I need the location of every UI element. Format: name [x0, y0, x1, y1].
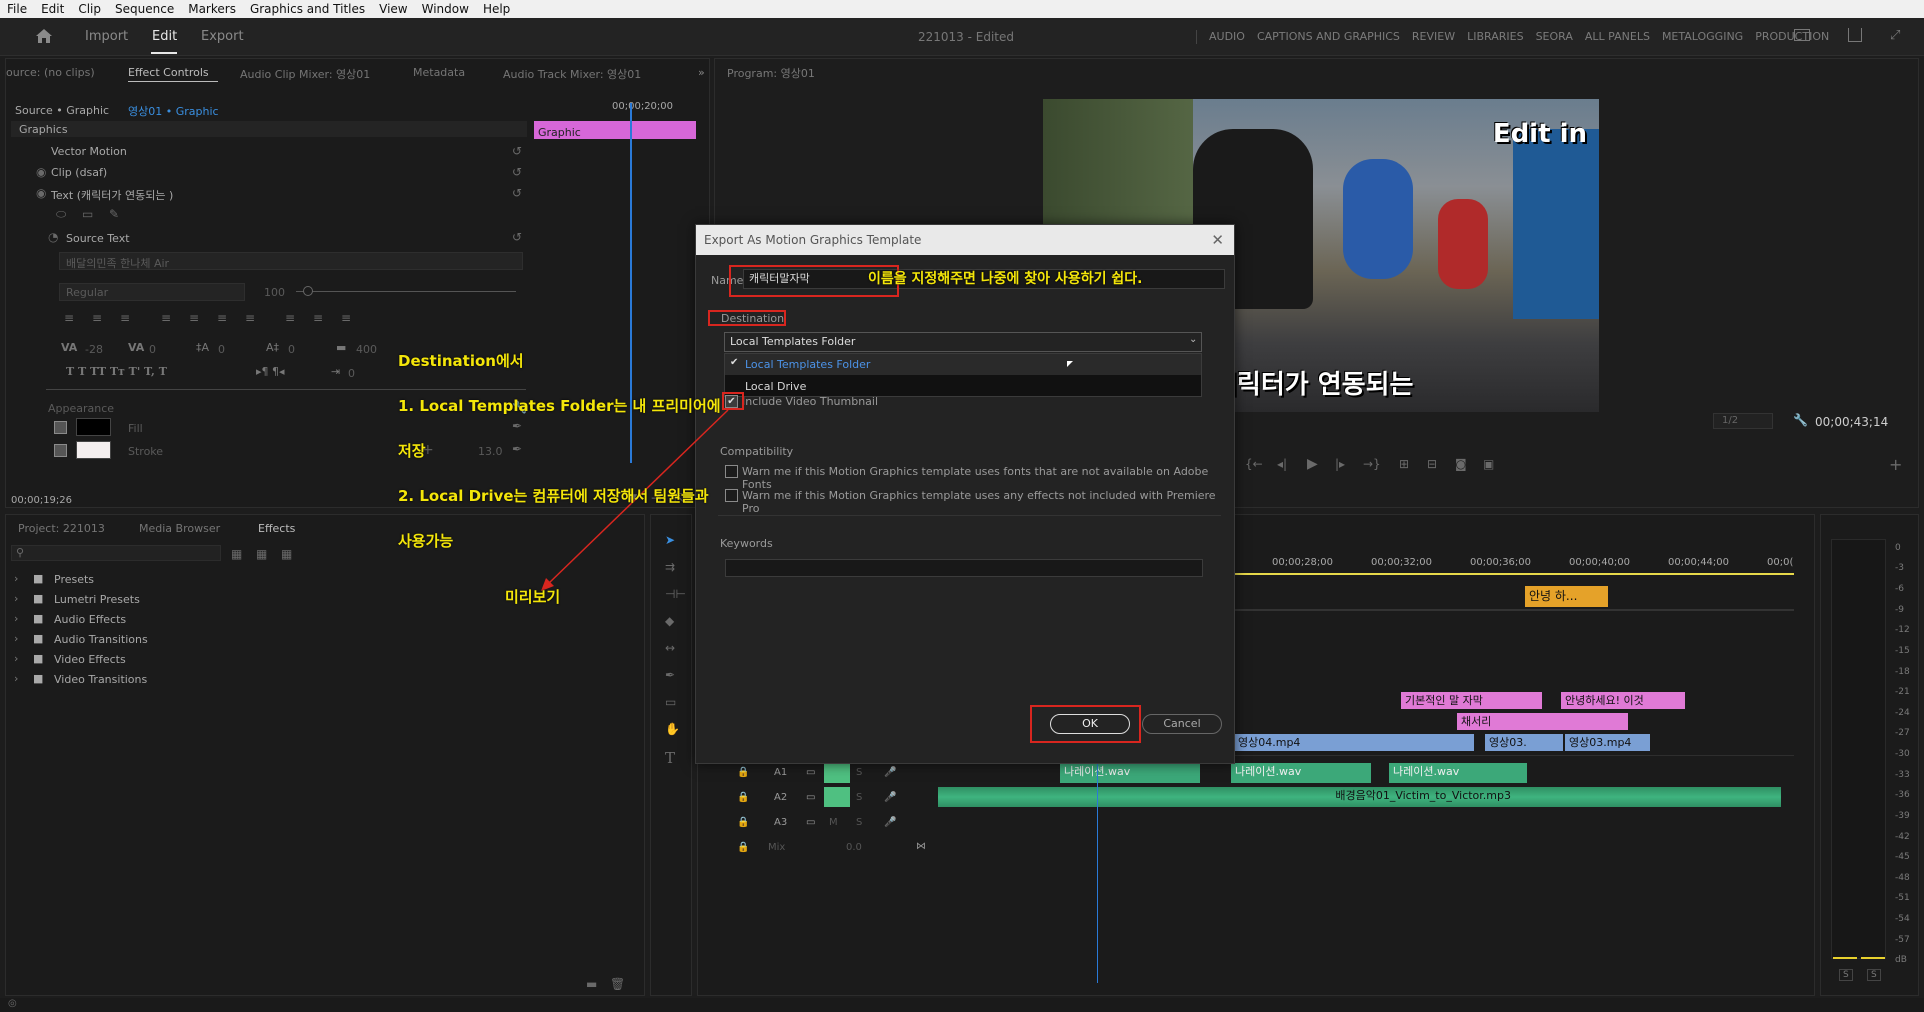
name-annotation: 이름을 지정해주면 나중에 찾아 사용하기 쉽다. — [868, 271, 1143, 287]
destination-annotation-line: 저장 — [398, 442, 426, 460]
destination-annotation-line: Destination에서 — [398, 352, 524, 370]
destination-annotation-line: 2. Local Drive는 컴퓨터에 저장해서 팀원들과 — [398, 487, 709, 505]
destination-annotation-line: 사용가능 — [398, 532, 454, 550]
preview-annotation: 미리보기 — [505, 588, 561, 606]
destination-annotation-line: 1. Local Templates Folder는 내 프리미어에 — [398, 397, 721, 415]
destination-annotation: Destination에서 1. Local Templates Folder는… — [398, 324, 721, 564]
annotation-arrow — [541, 409, 729, 591]
